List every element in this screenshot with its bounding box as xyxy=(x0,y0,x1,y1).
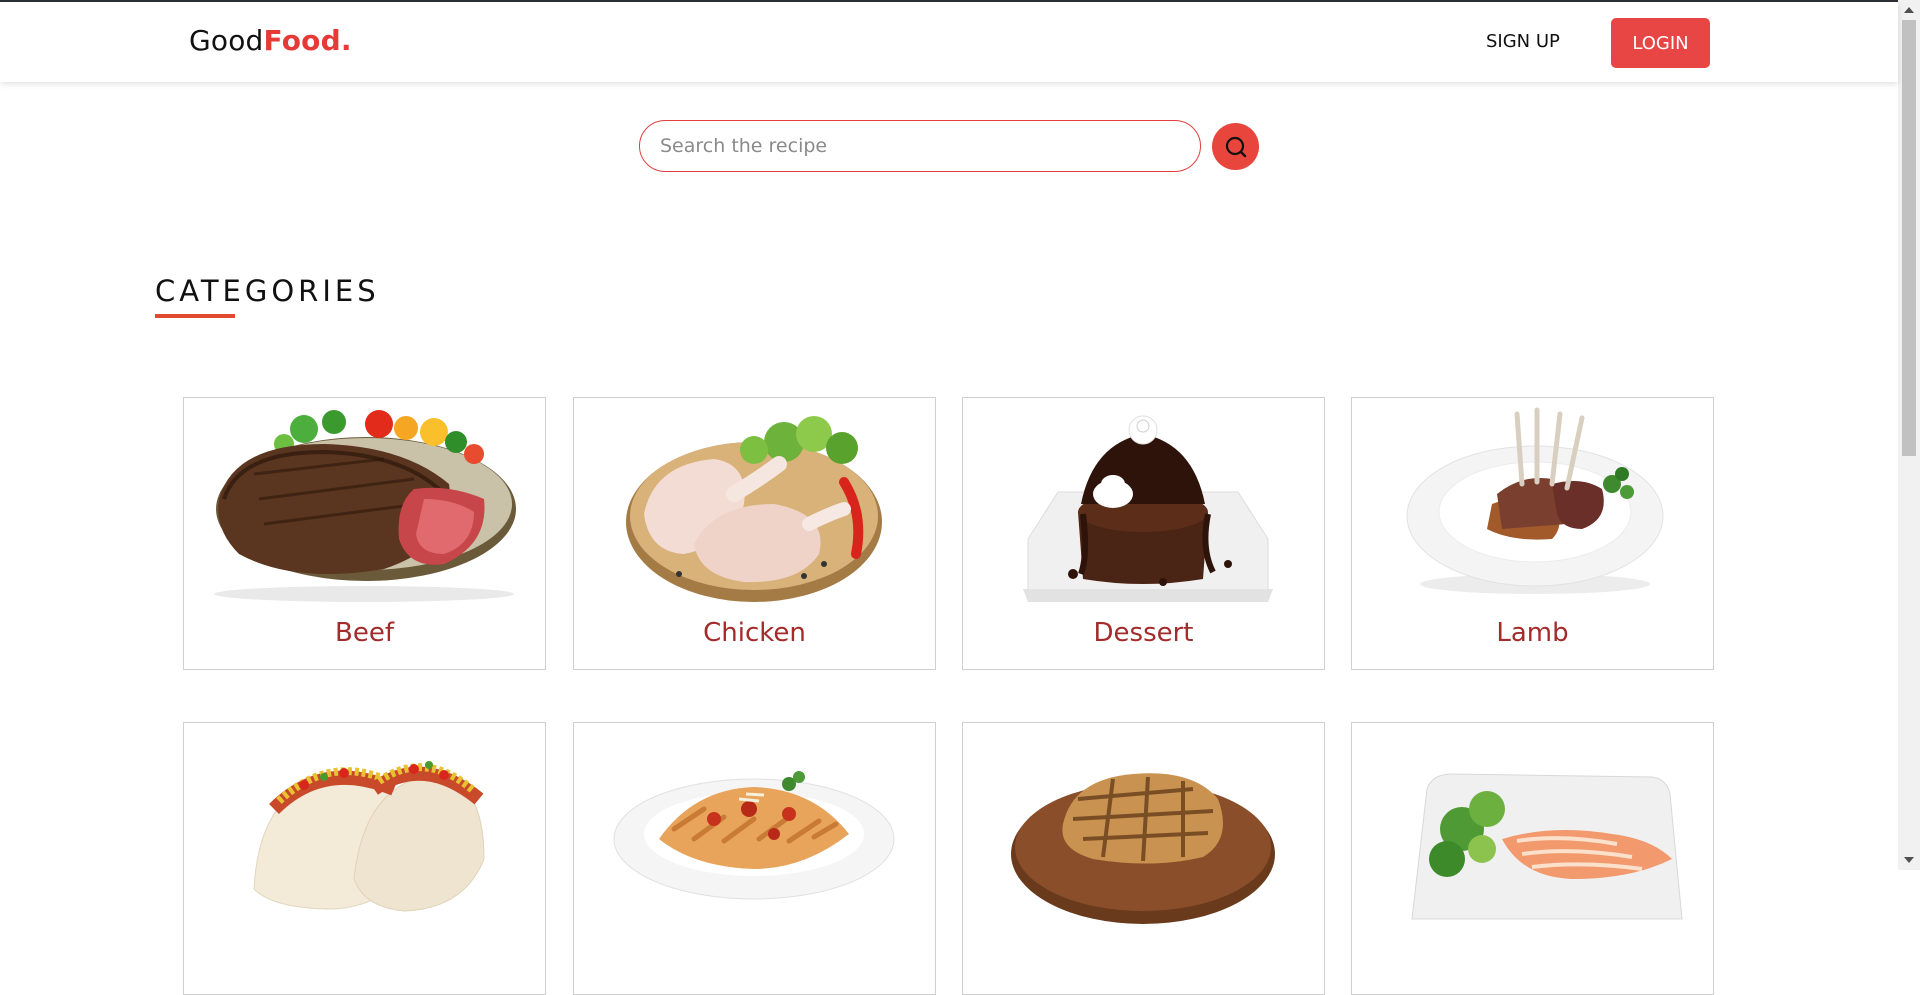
scrollbar-thumb[interactable] xyxy=(1902,20,1916,456)
search-icon xyxy=(1225,136,1246,157)
brand-logo[interactable]: GoodFood. xyxy=(189,24,352,57)
category-label-beef: Beef xyxy=(335,618,394,648)
scroll-down-arrow-icon[interactable] xyxy=(1904,857,1914,863)
search-button[interactable] xyxy=(1212,123,1259,170)
login-button[interactable]: LOGIN xyxy=(1611,18,1710,68)
pasta-image xyxy=(613,771,895,900)
section-title: CATEGORIES xyxy=(155,274,380,308)
category-label-lamb: Lamb xyxy=(1496,618,1569,648)
scroll-up-arrow-icon[interactable] xyxy=(1904,7,1914,13)
pork-chop-image xyxy=(1011,773,1275,924)
brand-logo-part-food: Food. xyxy=(263,24,352,57)
category-card-beef[interactable]: Beef xyxy=(183,397,546,670)
navbar: GoodFood. SIGN UP LOGIN xyxy=(0,2,1898,82)
steak-image xyxy=(214,410,516,602)
brand-logo-part-good: Good xyxy=(189,24,264,57)
category-card-pasta[interactable] xyxy=(573,722,936,995)
category-card-tacos[interactable] xyxy=(183,722,546,995)
category-card-seafood[interactable] xyxy=(1351,722,1714,995)
title-underline xyxy=(155,314,235,318)
lamb-rack-image xyxy=(1406,407,1664,594)
category-label-chicken: Chicken xyxy=(703,618,806,648)
chicken-legs-image xyxy=(626,416,882,602)
salmon-plate-image xyxy=(1411,773,1683,920)
category-card-lamb[interactable]: Lamb xyxy=(1351,397,1714,670)
category-card-chicken[interactable]: Chicken xyxy=(573,397,936,670)
category-label-dessert: Dessert xyxy=(1093,618,1194,648)
search-input[interactable] xyxy=(639,120,1201,172)
category-card-dessert[interactable]: Dessert xyxy=(962,397,1325,670)
category-card-pork[interactable] xyxy=(962,722,1325,995)
scrollbar[interactable] xyxy=(1898,0,1920,870)
signup-button[interactable]: SIGN UP xyxy=(1486,31,1560,52)
search-bar xyxy=(639,120,1259,172)
tacos-image xyxy=(253,761,485,912)
chocolate-cake-image xyxy=(1023,415,1273,602)
